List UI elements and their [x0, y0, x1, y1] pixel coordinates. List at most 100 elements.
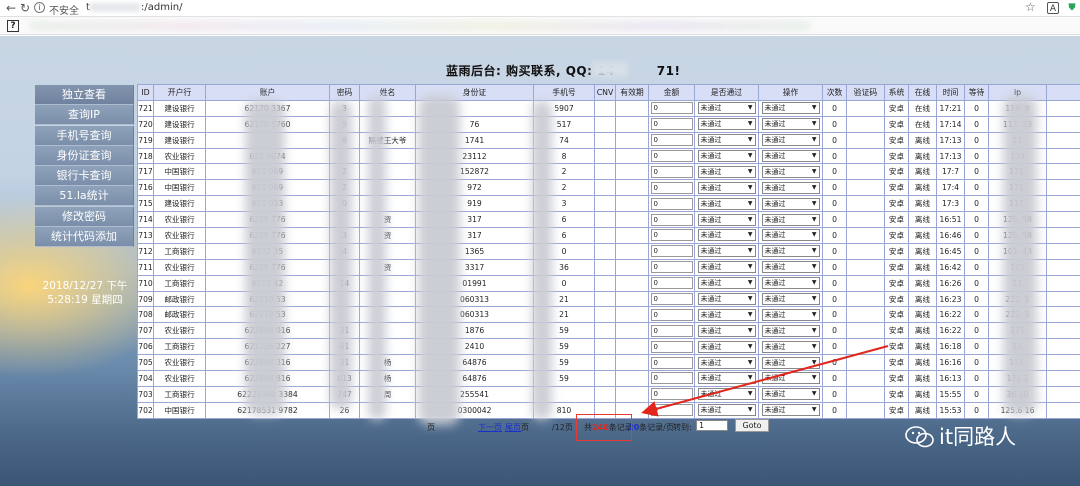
amount-field[interactable]: 0: [650, 404, 693, 417]
sidebar-item-51la-stats[interactable]: 51.la统计: [35, 186, 134, 207]
approval-dropdown[interactable]: 未通过 ▼: [697, 118, 756, 131]
back-icon[interactable]: ←: [6, 1, 16, 15]
approval-dropdown[interactable]: 未通过 ▼: [697, 277, 756, 290]
action-dropdown[interactable]: 未通过 ▼: [761, 388, 820, 401]
approval-dropdown[interactable]: 未通过 ▼: [697, 308, 756, 321]
amount-field[interactable]: 0: [650, 388, 693, 401]
action-dropdown[interactable]: 未通过 ▼: [761, 404, 820, 417]
action-dropdown[interactable]: 未通过 ▼: [761, 293, 820, 306]
last-page-link[interactable]: 尾页: [505, 422, 521, 433]
attempt-count: 0: [822, 179, 847, 197]
action-dropdown[interactable]: 未通过 ▼: [761, 245, 820, 258]
action-dropdown[interactable]: 未通过 ▼: [761, 102, 820, 115]
next-page-link[interactable]: 下一页: [478, 422, 502, 433]
sidebar-item-phone-query[interactable]: 手机号查询: [35, 125, 134, 146]
amount-field[interactable]: 0: [650, 261, 693, 274]
timestamp: 17:7: [936, 163, 965, 181]
approval-dropdown[interactable]: 未通过 ▼: [697, 150, 756, 162]
amount-field[interactable]: 0: [650, 102, 693, 115]
reload-icon[interactable]: ↻: [20, 1, 30, 15]
action-dropdown[interactable]: 未通过 ▼: [761, 197, 820, 210]
url-path[interactable]: :/admin/: [141, 2, 182, 13]
action-dropdown[interactable]: 未通过 ▼: [761, 308, 820, 321]
verify-code-cell: [846, 354, 885, 372]
sidebar-item-bankcard-query[interactable]: 银行卡查询: [35, 166, 134, 187]
translate-icon[interactable]: A: [1047, 2, 1059, 14]
action-dropdown[interactable]: 未通过 ▼: [761, 261, 820, 274]
approval-dropdown[interactable]: 未通过 ▼: [697, 340, 756, 353]
action-select: 未通过 ▼: [758, 242, 823, 260]
approval-dropdown[interactable]: 未通过 ▼: [697, 213, 756, 226]
dropdown-value: 未通过: [700, 326, 722, 335]
chevron-down-icon: ▼: [811, 279, 817, 287]
approval-dropdown[interactable]: 未通过 ▼: [697, 134, 756, 147]
chevron-down-icon: ▼: [747, 279, 753, 287]
sidebar: 独立查看 查询IP 手机号查询 身份证查询 银行卡查询 51.la统计 修改密码…: [35, 85, 134, 248]
approval-dropdown[interactable]: 未通过 ▼: [697, 324, 756, 337]
amount-field[interactable]: 0: [650, 150, 693, 162]
dropdown-value: 未通过: [700, 295, 722, 304]
action-dropdown[interactable]: 未通过 ▼: [761, 134, 820, 147]
approval-dropdown[interactable]: 未通过 ▼: [697, 356, 756, 369]
action-dropdown[interactable]: 未通过 ▼: [761, 356, 820, 369]
approval-dropdown[interactable]: 未通过 ▼: [697, 293, 756, 306]
approval-dropdown[interactable]: 未通过 ▼: [697, 197, 756, 210]
sidebar-item-query-ip[interactable]: 查询IP: [35, 105, 134, 126]
wait-count: 0: [964, 290, 989, 308]
extra-cell: [1046, 115, 1080, 133]
amount-field[interactable]: 0: [650, 213, 693, 226]
action-dropdown[interactable]: 未通过 ▼: [761, 340, 820, 353]
cnv-cell: [594, 195, 616, 213]
amount-field[interactable]: 0: [650, 372, 693, 385]
approval-dropdown[interactable]: 未通过 ▼: [697, 372, 756, 385]
approval-dropdown[interactable]: 未通过 ▼: [697, 404, 756, 417]
approval-dropdown[interactable]: 未通过 ▼: [697, 102, 756, 115]
sidebar-item-standalone-view[interactable]: 独立查看: [35, 85, 134, 105]
amount-field[interactable]: 0: [650, 118, 693, 131]
chevron-down-icon: ▼: [747, 167, 753, 175]
approval-dropdown[interactable]: 未通过 ▼: [697, 261, 756, 274]
amount-field[interactable]: 0: [650, 197, 693, 210]
action-dropdown[interactable]: 未通过 ▼: [761, 229, 820, 242]
sidebar-item-add-stats-code[interactable]: 统计代码添加: [35, 227, 134, 248]
goto-button[interactable]: Goto: [735, 419, 769, 432]
action-dropdown[interactable]: 未通过 ▼: [761, 277, 820, 290]
approval-dropdown[interactable]: 未通过 ▼: [697, 245, 756, 258]
amount-field[interactable]: 0: [650, 165, 693, 178]
bank-name: 中国银行: [153, 401, 206, 419]
amount-field[interactable]: 0: [650, 293, 693, 306]
action-dropdown[interactable]: 未通过 ▼: [761, 324, 820, 337]
action-dropdown[interactable]: 未通过 ▼: [761, 150, 820, 162]
bookmark-icon[interactable]: ?: [7, 20, 19, 32]
dropdown-value: 未通过: [700, 342, 722, 351]
amount-field[interactable]: 0: [650, 277, 693, 290]
amount-field[interactable]: 0: [650, 229, 693, 242]
info-icon[interactable]: i: [34, 2, 45, 13]
approval-dropdown[interactable]: 未通过 ▼: [697, 165, 756, 178]
column-header: 次数: [822, 84, 847, 101]
action-dropdown[interactable]: 未通过 ▼: [761, 213, 820, 226]
action-dropdown[interactable]: 未通过 ▼: [761, 165, 820, 178]
amount-field[interactable]: 0: [650, 245, 693, 258]
amount-field[interactable]: 0: [650, 134, 693, 147]
goto-page-input[interactable]: 1: [696, 420, 728, 431]
amount-field[interactable]: 0: [650, 340, 693, 353]
sidebar-item-change-password[interactable]: 修改密码: [35, 206, 134, 227]
amount-field[interactable]: 0: [650, 356, 693, 369]
approval-dropdown[interactable]: 未通过 ▼: [697, 388, 756, 401]
action-dropdown[interactable]: 未通过 ▼: [761, 181, 820, 194]
approval-dropdown[interactable]: 未通过 ▼: [697, 181, 756, 194]
dropdown-value: 未通过: [700, 136, 722, 145]
action-dropdown[interactable]: 未通过 ▼: [761, 118, 820, 131]
approval-select: 未通过 ▼: [694, 163, 759, 181]
amount-field[interactable]: 0: [650, 308, 693, 321]
amount-field[interactable]: 0: [650, 324, 693, 337]
star-icon[interactable]: ☆: [1025, 0, 1036, 14]
action-dropdown[interactable]: 未通过 ▼: [761, 372, 820, 385]
chevron-down-icon: ▼: [811, 326, 817, 334]
chevron-down-icon: ▼: [747, 120, 753, 128]
extension-icon[interactable]: ⛊: [1066, 2, 1078, 14]
sidebar-item-idcard-query[interactable]: 身份证查询: [35, 145, 134, 166]
amount-field[interactable]: 0: [650, 181, 693, 194]
approval-dropdown[interactable]: 未通过 ▼: [697, 229, 756, 242]
